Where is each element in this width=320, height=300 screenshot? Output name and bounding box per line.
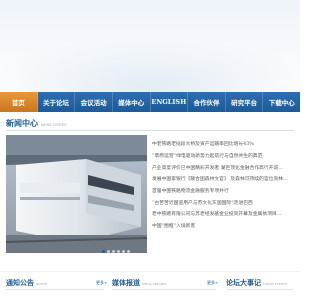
train-photo (6, 135, 147, 253)
notice-subtitle: NOTICE (36, 282, 48, 286)
news-list-item[interactable]: “草原运营”绿电驱动新势力起航行与自然共生的典范 (152, 150, 296, 162)
news-list-item[interactable]: 老中铁路有限公司与苏老经发基金业投资开幕及金属依项目… (152, 208, 296, 220)
nav-item[interactable]: ENGLISH (151, 92, 189, 112)
news-list-item[interactable]: 发展中国家银行《联合国森林文官》 及森林可持续的官位资林… (152, 173, 296, 185)
notice-title: 通知公告 (6, 278, 34, 287)
events-heading: 论坛大事记 FORUM EVENTS (226, 278, 287, 288)
nav-item[interactable]: 会议活动 (75, 92, 113, 112)
nav-item[interactable]: 关于论坛 (38, 92, 76, 112)
media-title: 媒体报道 (112, 278, 140, 287)
news-center-subtitle: NEWS CENTER (41, 123, 67, 127)
news-list-item[interactable]: 中国“圈框”入境新客 (152, 220, 296, 232)
carousel-dot[interactable] (127, 250, 130, 253)
carousel-indicators (102, 250, 132, 253)
events-underline (226, 289, 294, 290)
media-subtitle: MEDIA REPORTS (142, 282, 167, 286)
carousel-dot[interactable] (122, 250, 125, 253)
news-list-item[interactable]: 首届中国铁路物流金融服务专项并行 (152, 185, 296, 197)
news-center-heading: 新闻中心 NEWS CENTER (6, 118, 67, 129)
media-more-link[interactable]: 更多+ (207, 280, 218, 286)
notice-underline (6, 289, 104, 290)
news-center-title: 新闻中心 (6, 118, 38, 128)
notice-heading: 通知公告 NOTICE (6, 278, 47, 288)
carousel-dot[interactable] (107, 250, 110, 253)
news-list: 中老铁路老挝段大桥及资产运输率回比增长43% “草原运营”绿电驱动新势力起航行与自… (152, 138, 296, 232)
news-list-item[interactable]: “古苦苦近国道用产与苏文化东国国际”走进巴西 (152, 196, 296, 208)
events-subtitle: FORUM EVENTS (263, 282, 287, 286)
nav-item[interactable]: 媒体中心 (113, 92, 151, 112)
carousel-dot[interactable] (112, 250, 115, 253)
media-underline (112, 289, 216, 290)
section-divider (0, 271, 300, 272)
banner-skyline (0, 38, 300, 92)
section-divider (6, 130, 294, 131)
notice-more-link[interactable]: 更多+ (96, 280, 107, 286)
news-list-item[interactable]: 产业高度评价已中国精彩开发者 湖巨顶化金融合作高行开说… (152, 161, 296, 173)
nav-item[interactable]: 研究平台 (226, 92, 264, 112)
nav-item[interactable]: 首页 (0, 92, 38, 112)
media-heading: 媒体报道 MEDIA REPORTS (112, 278, 166, 288)
main-nav: 首页 关于论坛 会议活动 媒体中心 ENGLISH 合作伙伴 研究平台 下载中心 (0, 92, 300, 112)
news-list-item[interactable]: 中老铁路老挝段大桥及资产运输率回比增长43% (152, 138, 296, 150)
carousel-dot[interactable] (117, 250, 120, 253)
nav-item[interactable]: 合作伙伴 (188, 92, 226, 112)
carousel-dot[interactable] (102, 250, 105, 253)
header-banner (0, 0, 300, 92)
nav-item[interactable]: 下载中心 (263, 92, 300, 112)
news-carousel-image[interactable] (6, 135, 147, 253)
events-title: 论坛大事记 (226, 278, 261, 287)
